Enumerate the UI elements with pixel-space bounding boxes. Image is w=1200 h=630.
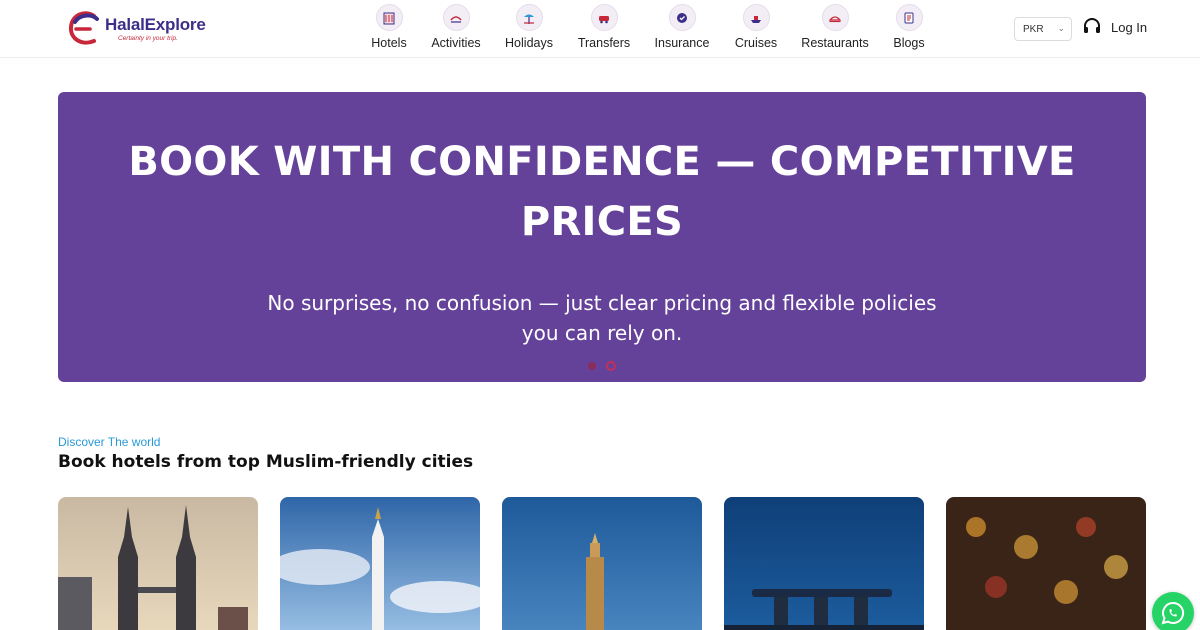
city-card[interactable] <box>280 497 480 630</box>
nav-label: Restaurants <box>801 36 869 50</box>
activities-icon <box>442 4 470 31</box>
nav-label: Transfers <box>577 36 631 50</box>
city-card[interactable] <box>502 497 702 630</box>
nav-item-insurance[interactable]: Insurance <box>652 4 712 54</box>
hotel-icon <box>375 4 403 31</box>
whatsapp-chat-button[interactable] <box>1152 592 1194 630</box>
nav-label: Insurance <box>654 36 710 50</box>
brand-logo[interactable]: HalalExplore Certainty in your trip. <box>66 8 206 50</box>
nav-label: Hotels <box>371 36 407 50</box>
city-card[interactable] <box>58 497 258 630</box>
nav-label: Cruises <box>734 36 778 50</box>
nav-item-restaurants[interactable]: Restaurants <box>799 4 871 54</box>
hero-title: BOOK WITH CONFIDENCE — COMPETITIVE PRICE… <box>128 139 1076 245</box>
nav-label: Blogs <box>893 36 925 50</box>
city-card[interactable] <box>946 497 1146 630</box>
hero-subtitle: No surprises, no confusion — just clear … <box>267 291 937 345</box>
city-image <box>502 497 702 630</box>
section-eyebrow: Discover The world <box>58 435 161 449</box>
brand-name: HalalExplore <box>105 15 206 34</box>
logo-icon <box>68 11 99 45</box>
nav-item-holidays[interactable]: Holidays <box>503 4 555 54</box>
login-link[interactable]: Log In <box>1111 20 1147 35</box>
site-header: HalalExplore Certainty in your trip. Hot… <box>0 0 1200 58</box>
hero-banner: BOOK WITH CONFIDENCE — COMPETITIVE PRICE… <box>58 92 1146 382</box>
carousel-dot-active[interactable] <box>606 361 616 371</box>
currency-select[interactable]: PKR ⌄ <box>1014 17 1072 41</box>
brand-tagline: Certainty in your trip. <box>118 35 178 42</box>
city-card[interactable] <box>724 497 924 630</box>
nav-label: Holidays <box>505 36 553 50</box>
city-image <box>946 497 1146 630</box>
chevron-down-icon: ⌄ <box>1057 23 1065 33</box>
blogs-icon <box>895 4 923 31</box>
carousel-dot[interactable] <box>588 362 596 370</box>
city-image <box>724 497 924 630</box>
city-image <box>280 497 480 630</box>
nav-item-cruises[interactable]: Cruises <box>733 4 779 54</box>
nav-label: Activities <box>431 36 481 50</box>
carousel-dots <box>58 361 1146 371</box>
restaurants-icon <box>821 4 849 31</box>
nav-item-activities[interactable]: Activities <box>429 4 483 54</box>
cruises-icon <box>742 4 770 31</box>
insurance-icon <box>668 4 696 31</box>
holidays-icon <box>515 4 543 31</box>
nav-item-hotels[interactable]: Hotels <box>371 4 407 54</box>
transfers-icon <box>590 4 618 31</box>
nav-item-blogs[interactable]: Blogs <box>892 4 926 54</box>
section-title: Book hotels from top Muslim-friendly cit… <box>58 452 474 472</box>
nav-item-transfers[interactable]: Transfers <box>576 4 632 54</box>
currency-value: PKR <box>1023 23 1044 35</box>
whatsapp-icon <box>1161 601 1185 625</box>
headset-icon[interactable] <box>1082 17 1102 37</box>
city-image <box>58 497 258 630</box>
